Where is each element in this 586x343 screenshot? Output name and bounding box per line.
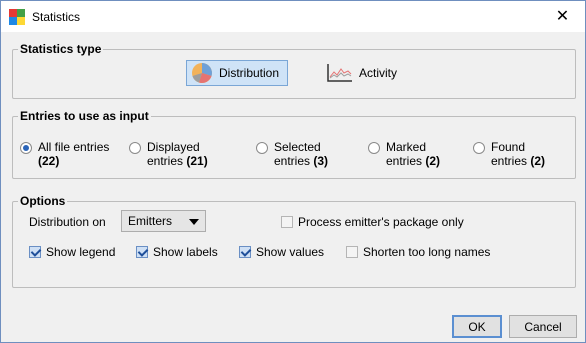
checkbox[interactable]	[136, 246, 148, 258]
close-icon[interactable]: ✕	[540, 1, 585, 31]
distribution-button[interactable]: Distribution	[186, 60, 288, 86]
show-values-checkbox[interactable]: Show values	[239, 245, 324, 259]
process-package-only-checkbox[interactable]: Process emitter's package only	[281, 215, 464, 229]
pie-chart-icon	[192, 63, 212, 83]
show-legend-checkbox[interactable]: Show legend	[29, 245, 115, 259]
statistics-type-legend: Statistics type	[18, 42, 104, 56]
shorten-names-checkbox[interactable]: Shorten too long names	[346, 245, 490, 259]
activity-button[interactable]: Activity	[323, 60, 403, 86]
cancel-button[interactable]: Cancel	[509, 315, 577, 338]
app-icon	[9, 9, 25, 25]
show-labels-checkbox[interactable]: Show labels	[136, 245, 218, 259]
radio-button[interactable]	[256, 142, 268, 154]
statistics-type-group: Statistics type	[12, 42, 576, 99]
entries-legend: Entries to use as input	[18, 109, 151, 123]
radio-found-entries[interactable]: Found entries (2)	[473, 140, 545, 168]
options-legend: Options	[18, 194, 68, 208]
distribution-on-label: Distribution on	[29, 215, 106, 229]
distribution-on-value: Emitters	[128, 214, 173, 228]
title-bar: Statistics ✕	[1, 1, 585, 32]
activity-label: Activity	[359, 66, 398, 80]
line-chart-icon	[327, 64, 352, 82]
window-title: Statistics	[32, 10, 81, 24]
statistics-dialog: Statistics ✕ Statistics type Distributio…	[0, 0, 586, 343]
distribution-on-select[interactable]: Emitters	[121, 210, 206, 232]
radio-button[interactable]	[129, 142, 141, 154]
radio-marked-entries[interactable]: Marked entries (2)	[368, 140, 440, 168]
radio-displayed-entries[interactable]: Displayed entries (21)	[129, 140, 208, 168]
ok-button[interactable]: OK	[452, 315, 502, 338]
distribution-label: Distribution	[219, 66, 280, 80]
radio-button[interactable]	[473, 142, 485, 154]
radio-selected-entries[interactable]: Selected entries (3)	[256, 140, 328, 168]
chevron-down-icon	[189, 219, 199, 225]
checkbox[interactable]	[239, 246, 251, 258]
checkbox[interactable]	[281, 216, 293, 228]
radio-button[interactable]	[368, 142, 380, 154]
radio-button[interactable]	[20, 142, 32, 154]
checkbox[interactable]	[29, 246, 41, 258]
radio-all-file-entries[interactable]: All file entries (22)	[20, 140, 109, 168]
checkbox[interactable]	[346, 246, 358, 258]
